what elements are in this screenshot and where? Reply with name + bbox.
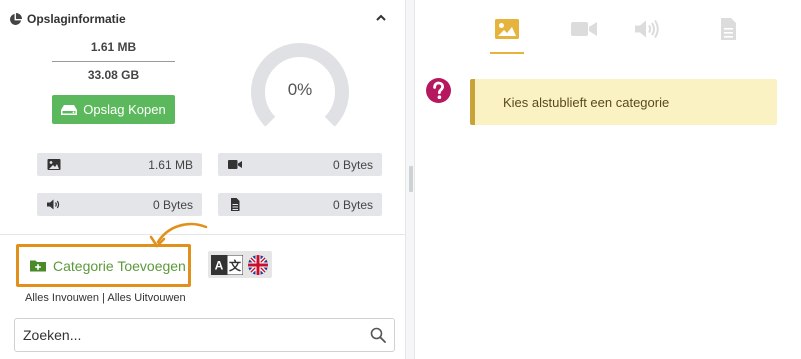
video-icon (571, 22, 597, 36)
chevron-up-icon[interactable] (374, 11, 388, 25)
uk-flag-icon (248, 254, 268, 275)
search-box (14, 318, 395, 352)
image-storage-value: 1.61 MB (148, 157, 193, 172)
resize-handle[interactable] (409, 166, 413, 192)
tab-videos[interactable] (567, 18, 601, 54)
add-category-button[interactable]: Categorie Toevoegen (16, 244, 191, 287)
document-icon (721, 18, 736, 40)
hard-drive-icon (61, 104, 78, 115)
link-separator: | (102, 292, 105, 304)
image-icon (47, 159, 61, 170)
svg-text:A: A (215, 258, 224, 272)
add-category-label: Categorie Toevoegen (53, 257, 186, 274)
audio-icon (47, 199, 60, 210)
image-icon (495, 19, 519, 39)
select-category-message: Kies alstublieft een categorie (470, 79, 777, 125)
svg-text:文: 文 (229, 258, 242, 273)
video-storage-stat: 0 Bytes (218, 153, 382, 176)
folder-plus-icon (30, 260, 46, 272)
pie-chart-icon (10, 12, 22, 25)
storage-panel-header[interactable]: Opslaginformatie (9, 10, 394, 28)
storage-usage-percent: 0% (287, 80, 313, 99)
tab-images[interactable] (490, 18, 524, 54)
video-storage-value: 0 Bytes (332, 157, 373, 172)
tab-audio[interactable] (631, 18, 665, 54)
document-storage-value: 0 Bytes (332, 197, 373, 212)
storage-used: 1.61 MB (90, 40, 137, 54)
document-icon (231, 198, 240, 211)
left-panel: Opslaginformatie 1.61 MB 33.08 GB Opslag… (0, 0, 405, 359)
search-icon[interactable] (370, 327, 386, 343)
storage-total: 33.08 GB (87, 68, 140, 82)
select-category-text: Kies alstublieft een categorie (503, 94, 670, 110)
tab-documents[interactable] (712, 18, 746, 54)
right-panel: Kies alstublieft een categorie (415, 0, 801, 359)
storage-panel-title: Opslaginformatie (27, 12, 126, 26)
translate-icon: A 文 (211, 254, 243, 275)
buy-storage-button[interactable]: Opslag Kopen (52, 95, 175, 124)
audio-icon (635, 19, 659, 39)
question-circle-icon (426, 78, 451, 103)
collapse-all-link[interactable]: Alles Invouwen (25, 292, 99, 304)
media-type-tabs (415, 0, 801, 56)
storage-divider (52, 61, 175, 62)
audio-storage-value: 0 Bytes (152, 197, 193, 212)
document-storage-stat: 0 Bytes (218, 193, 382, 216)
panel-resize-divider[interactable] (405, 0, 415, 359)
video-icon (228, 160, 242, 169)
image-storage-stat: 1.61 MB (37, 153, 202, 176)
search-input[interactable] (23, 327, 370, 343)
language-switch-button[interactable]: A 文 (208, 251, 272, 278)
audio-storage-stat: 0 Bytes (37, 193, 202, 216)
expand-all-link[interactable]: Alles Uitvouwen (107, 292, 185, 304)
buy-storage-label: Opslag Kopen (83, 102, 166, 117)
expand-collapse-links: Alles Invouwen | Alles Uitvouwen (25, 292, 186, 304)
